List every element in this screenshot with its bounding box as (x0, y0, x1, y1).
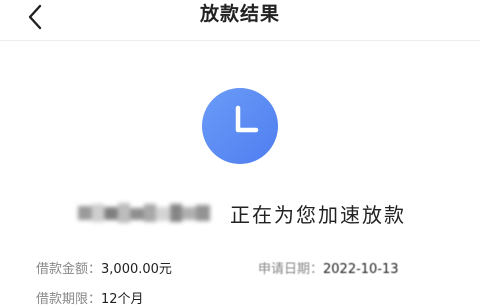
loan-amount-label: 借款金额： (36, 262, 102, 277)
application-date-value: 2022-10-13 (323, 262, 399, 277)
loan-term-row: 借款期限：12个月 (36, 288, 144, 307)
status-row: 正在为您加速放款 (0, 196, 480, 232)
navigation-bar: 放款结果 (0, 0, 480, 41)
loan-status-message: 正在为您加速放款 (230, 203, 406, 227)
masked-name (78, 203, 210, 223)
application-date-label: 申请日期： (258, 262, 324, 277)
page-title: 放款结果 (199, 3, 280, 25)
application-date-row: 申请日期：2022-10-13 (258, 258, 399, 277)
loan-amount-value: 3,000.00元 (101, 262, 172, 277)
clock-icon (202, 88, 278, 164)
loan-amount-row: 借款金额：3,000.00元 (36, 258, 172, 277)
